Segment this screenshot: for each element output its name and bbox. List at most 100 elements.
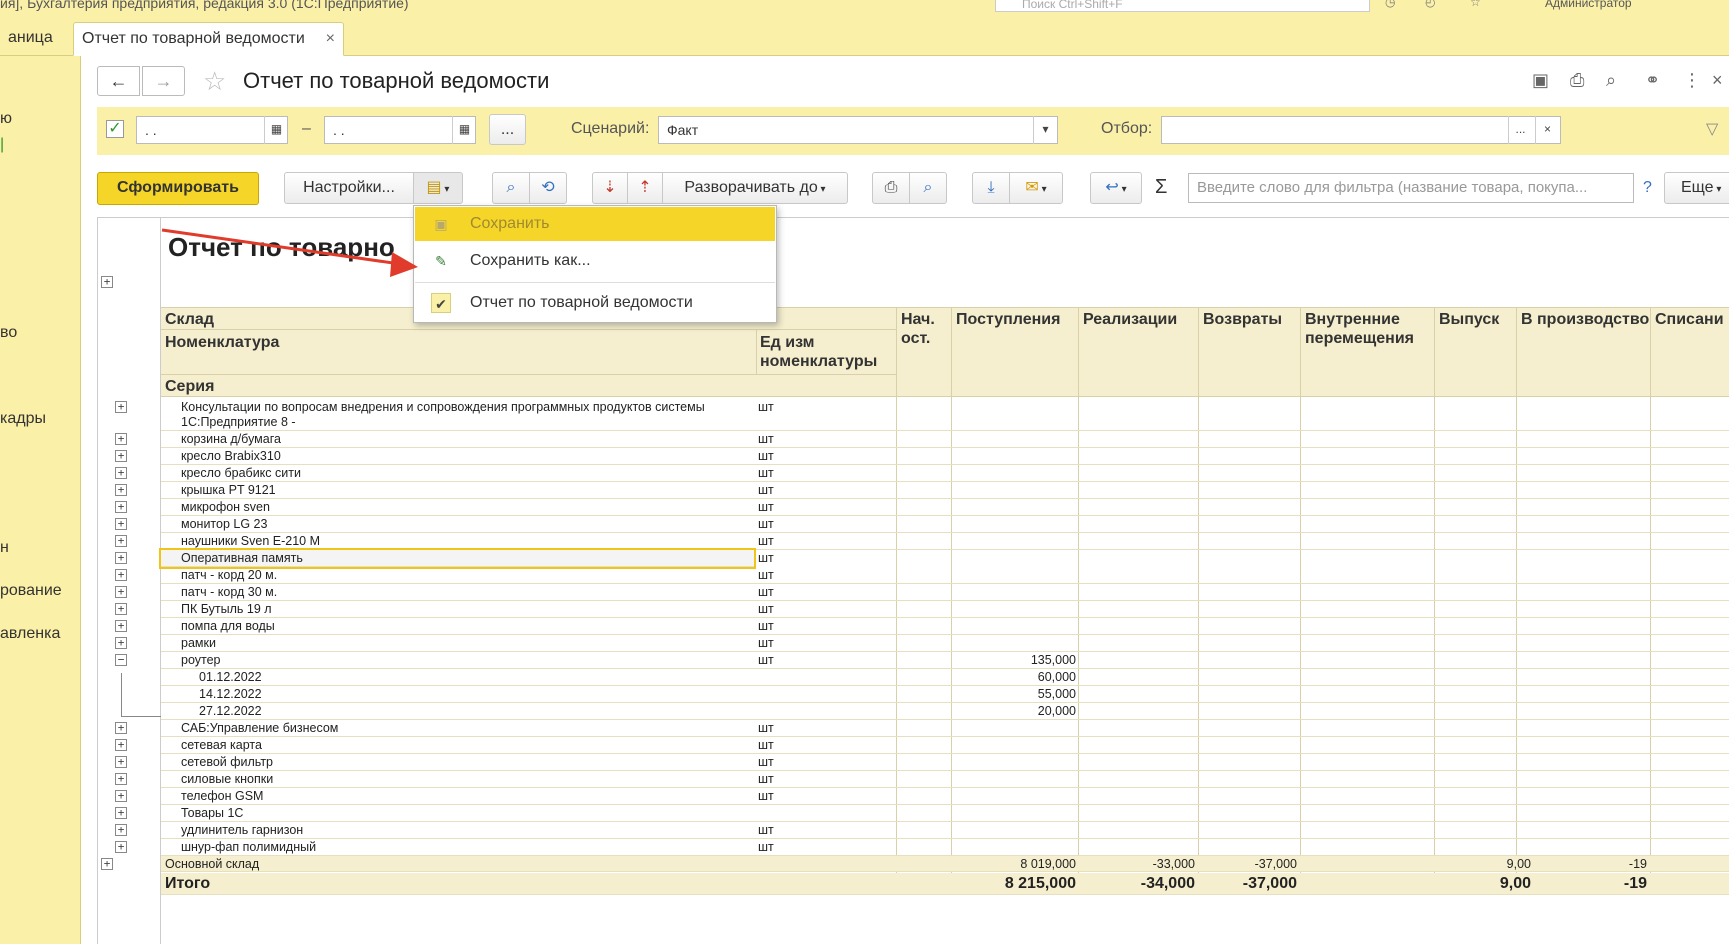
save-icon[interactable]: ▣ (1532, 70, 1549, 91)
quick-filter-input[interactable]: Введите слово для фильтра (название това… (1188, 173, 1634, 203)
search-button[interactable]: ⌕ (492, 172, 530, 204)
table-row[interactable]: рамки шт (161, 635, 1729, 652)
bell-icon[interactable]: ◷ (1385, 0, 1395, 9)
sidebar-item-1[interactable]: ю (0, 110, 12, 128)
close-form-icon[interactable]: × (1712, 70, 1723, 91)
expand-row-icon[interactable]: + (115, 637, 127, 649)
forward-button[interactable]: → (142, 66, 185, 96)
table-row[interactable]: монитор LG 23 шт (161, 516, 1729, 533)
expand-row-icon[interactable]: + (115, 518, 127, 530)
expand-row-icon[interactable]: + (115, 401, 127, 413)
collapse-row-icon[interactable]: − (115, 654, 127, 666)
generate-button[interactable]: Сформировать (97, 172, 259, 205)
link-icon[interactable]: ⚭ (1645, 70, 1660, 91)
print-button[interactable]: ⎙ (872, 172, 910, 204)
table-row[interactable]: телефон GSM шт (161, 788, 1729, 805)
table-row[interactable]: 14.12.2022 55,000 (161, 686, 1729, 703)
expand-row-icon[interactable]: + (115, 824, 127, 836)
history-icon[interactable]: ◴ (1425, 0, 1435, 9)
close-tab-icon[interactable]: × (326, 23, 335, 55)
favorite-star-icon[interactable]: ☆ (203, 66, 226, 96)
menu-item-save[interactable]: ▣ Сохранить (415, 207, 775, 241)
table-row[interactable]: силовые кнопки шт (161, 771, 1729, 788)
sidebar-item-7[interactable]: авленка (0, 625, 60, 643)
table-row[interactable]: кресло брабикс сити шт (161, 465, 1729, 482)
warehouse-row[interactable]: Основной склад 8 019,000 -33,000 -37,000 9,0… (161, 856, 1729, 872)
sidebar-item-4[interactable]: кадры (0, 410, 46, 428)
table-row[interactable]: роутер шт 135,000 (161, 652, 1729, 669)
global-search-input[interactable]: Поиск Ctrl+Shift+F (995, 0, 1370, 12)
table-row[interactable]: микрофон sven шт (161, 499, 1729, 516)
sidebar-item-2[interactable]: | (0, 136, 4, 154)
favorites-star-icon[interactable]: ☆ (1470, 0, 1481, 9)
total-row[interactable]: Итого 8 215,000 -34,000 -37,000 9,00 -19 (161, 873, 1729, 895)
table-row[interactable]: шнур-фап полимидный шт (161, 839, 1729, 856)
chevron-down-icon[interactable]: ▾ (1033, 116, 1057, 144)
table-row[interactable]: корзина д/бумага шт (161, 431, 1729, 448)
expand-groups-button[interactable]: ⇣ (592, 172, 628, 204)
table-row[interactable]: патч - корд 20 м. шт (161, 567, 1729, 584)
filter-select-button[interactable]: ... (1508, 116, 1532, 144)
table-row[interactable]: ПК Бутыль 19 л шт (161, 601, 1729, 618)
expand-row-icon[interactable]: + (115, 501, 127, 513)
expand-row-icon[interactable]: + (115, 603, 127, 615)
table-row[interactable]: Товары 1С (161, 805, 1729, 822)
send-email-button[interactable]: ✉ ▾ (1009, 172, 1063, 204)
table-row[interactable]: патч - корд 30 м. шт (161, 584, 1729, 601)
more-vertical-icon[interactable]: ⋮ (1683, 70, 1701, 91)
expand-row-icon[interactable]: + (115, 433, 127, 445)
table-row[interactable]: Оперативная память шт (159, 548, 774, 569)
expand-row-icon[interactable]: + (115, 484, 127, 496)
expand-row-icon[interactable]: + (115, 586, 127, 598)
calendar-icon[interactable]: ▦ (452, 116, 476, 144)
table-row[interactable]: Консультации по вопросам внедрения и соп… (161, 399, 1729, 431)
table-row[interactable]: 01.12.2022 60,000 (161, 669, 1729, 686)
expand-row-icon[interactable]: + (115, 620, 127, 632)
search-next-button[interactable]: ⟲ (529, 172, 567, 204)
tab-home[interactable]: аница (0, 22, 61, 56)
expand-header-icon[interactable]: + (101, 276, 113, 288)
table-row[interactable]: 27.12.2022 20,000 (161, 703, 1729, 720)
expand-row-icon[interactable]: + (115, 467, 127, 479)
print-preview-button[interactable]: ⌕ (909, 172, 947, 204)
collapse-groups-button[interactable]: ⇡ (627, 172, 663, 204)
scenario-select[interactable]: Факт (658, 116, 1058, 144)
expand-row-icon[interactable]: + (115, 569, 127, 581)
more-button[interactable]: Еще ▾ (1664, 172, 1729, 204)
expand-row-icon[interactable]: + (115, 450, 127, 462)
download-button[interactable]: ⤓ (972, 172, 1010, 204)
back-button[interactable]: ← (97, 66, 140, 96)
funnel-icon[interactable]: ▽ (1706, 119, 1718, 139)
period-checkbox[interactable]: ✓ (106, 120, 124, 138)
menu-item-save-as[interactable]: ✎ Сохранить как... (415, 244, 775, 278)
table-row[interactable]: кресло Brabix310 шт (161, 448, 1729, 465)
expand-row-icon[interactable]: + (115, 552, 127, 564)
table-row[interactable]: помпа для воды шт (161, 618, 1729, 635)
filter-input[interactable] (1161, 116, 1561, 144)
table-row[interactable]: удлинитель гарнизон шт (161, 822, 1729, 839)
calendar-icon[interactable]: ▦ (264, 116, 288, 144)
clear-filter-icon[interactable]: × (1535, 116, 1559, 144)
sidebar-item-3[interactable]: во (0, 324, 17, 342)
expand-to-button[interactable]: Разворачивать до ▾ (662, 172, 848, 204)
expand-row-icon[interactable]: + (115, 756, 127, 768)
sidebar-item-5[interactable]: н (0, 539, 9, 557)
table-row[interactable]: сетевой фильтр шт (161, 754, 1729, 771)
sum-icon[interactable]: Σ (1155, 176, 1167, 199)
expand-row-icon[interactable]: + (115, 773, 127, 785)
table-row[interactable]: крышка PT 9121 шт (161, 482, 1729, 499)
print-icon[interactable]: ⎙ (1570, 70, 1584, 91)
expand-row-icon[interactable]: + (115, 739, 127, 751)
settings-button[interactable]: Настройки... (284, 172, 414, 204)
variants-button[interactable]: ▤ ▾ (413, 172, 463, 204)
table-row[interactable]: САБ:Управление бизнесом шт (161, 720, 1729, 737)
table-row[interactable]: сетевая карта шт (161, 737, 1729, 754)
period-select-button[interactable]: ... (489, 114, 526, 145)
decode-button[interactable]: ↩ ▾ (1090, 172, 1142, 204)
sidebar-item-6[interactable]: рование (0, 582, 62, 600)
tab-report[interactable]: Отчет по товарной ведомости × (73, 22, 344, 56)
expand-row-icon[interactable]: + (115, 722, 127, 734)
table-row[interactable]: наушники Sven E-210 M шт (161, 533, 1729, 550)
preview-icon[interactable]: ⌕ (1606, 70, 1616, 91)
user-name[interactable]: Администратор (1545, 0, 1632, 10)
